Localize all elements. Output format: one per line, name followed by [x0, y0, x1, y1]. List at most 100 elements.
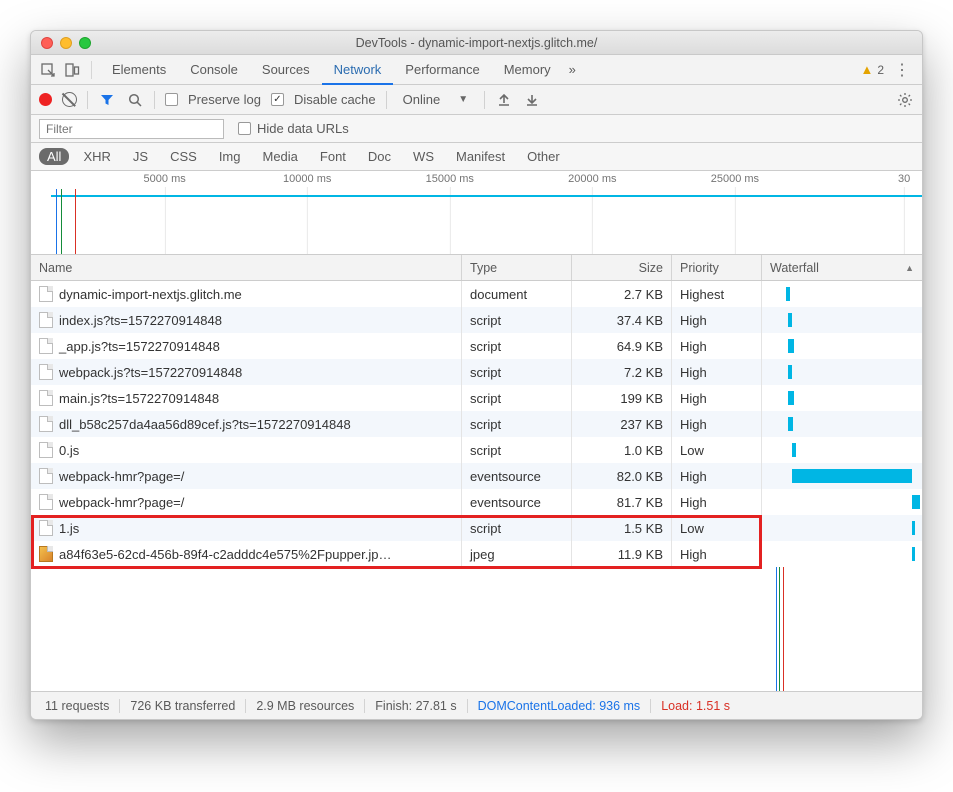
tab-network[interactable]: Network: [322, 56, 394, 85]
search-icon[interactable]: [126, 91, 144, 109]
tab-console[interactable]: Console: [178, 55, 250, 84]
tab-elements[interactable]: Elements: [100, 55, 178, 84]
table-row[interactable]: main.js?ts=1572270914848script199 KBHigh: [31, 385, 922, 411]
chip-xhr[interactable]: XHR: [75, 148, 118, 165]
separator: [87, 91, 88, 109]
timeline-tick: 15000 ms: [426, 173, 474, 185]
disable-cache-checkbox[interactable]: [271, 93, 284, 106]
timeline-bar: [51, 195, 922, 197]
waterfall-bar: [912, 495, 920, 509]
col-header-waterfall[interactable]: Waterfall ▲: [762, 255, 922, 280]
chip-doc[interactable]: Doc: [360, 148, 399, 165]
table-row[interactable]: index.js?ts=1572270914848script37.4 KBHi…: [31, 307, 922, 333]
request-size: 82.0 KB: [572, 463, 672, 489]
request-name: 1.js: [59, 521, 79, 536]
file-icon: [39, 468, 53, 484]
chip-all[interactable]: All: [39, 148, 69, 165]
waterfall-bar: [912, 521, 915, 535]
hide-data-urls-checkbox[interactable]: [238, 122, 251, 135]
chip-js[interactable]: JS: [125, 148, 156, 165]
file-icon: [39, 338, 53, 354]
request-type: eventsource: [462, 489, 572, 515]
timeline-tick: 30: [898, 173, 910, 185]
col-header-priority[interactable]: Priority: [672, 255, 762, 280]
device-toggle-icon[interactable]: [63, 61, 81, 79]
request-type: eventsource: [462, 463, 572, 489]
tab-memory[interactable]: Memory: [492, 55, 563, 84]
hide-data-urls-label: Hide data URLs: [257, 121, 349, 136]
request-type: script: [462, 411, 572, 437]
separator: [386, 91, 387, 109]
table-row[interactable]: webpack.js?ts=1572270914848script7.2 KBH…: [31, 359, 922, 385]
table-row[interactable]: webpack-hmr?page=/eventsource82.0 KBHigh: [31, 463, 922, 489]
settings-menu-button[interactable]: ⋮: [894, 60, 910, 80]
sort-icon: ▲: [905, 263, 914, 273]
chip-other[interactable]: Other: [519, 148, 568, 165]
col-header-type[interactable]: Type: [462, 255, 572, 280]
chip-media[interactable]: Media: [254, 148, 305, 165]
window-close-button[interactable]: [41, 37, 53, 49]
table-row[interactable]: dynamic-import-nextjs.glitch.medocument2…: [31, 281, 922, 307]
waterfall-bar: [912, 547, 915, 561]
disable-cache-label: Disable cache: [294, 92, 376, 107]
clear-button[interactable]: [62, 92, 77, 107]
timeline-tick: 20000 ms: [568, 173, 616, 185]
timeline-tick: 10000 ms: [283, 173, 331, 185]
waterfall-bar: [788, 391, 794, 405]
window-maximize-button[interactable]: [79, 37, 91, 49]
file-icon: [39, 364, 53, 380]
status-bar: 11 requests 726 KB transferred 2.9 MB re…: [31, 691, 922, 719]
table-row[interactable]: 1.jsscript1.5 KBLow: [31, 515, 922, 541]
file-icon: [39, 520, 53, 536]
chip-manifest[interactable]: Manifest: [448, 148, 513, 165]
tab-performance[interactable]: Performance: [393, 55, 491, 84]
filter-chips: All XHR JS CSS Img Media Font Doc WS Man…: [31, 143, 922, 171]
filter-input[interactable]: [39, 119, 224, 139]
timeline-overview[interactable]: 5000 ms10000 ms15000 ms20000 ms25000 ms3…: [31, 171, 922, 255]
col-header-name[interactable]: Name: [31, 255, 462, 280]
request-size: 7.2 KB: [572, 359, 672, 385]
table-row[interactable]: a84f63e5-62cd-456b-89f4-c2adddc4e575%2Fp…: [31, 541, 922, 567]
request-type: script: [462, 437, 572, 463]
table-row[interactable]: dll_b58c257da4aa56d89cef.js?ts=157227091…: [31, 411, 922, 437]
network-settings-icon[interactable]: [896, 91, 914, 109]
throttling-value: Online: [403, 92, 441, 107]
first-marker: [61, 189, 62, 254]
throttling-select[interactable]: Online ▼: [397, 92, 474, 107]
col-header-size[interactable]: Size: [572, 255, 672, 280]
file-icon: [39, 390, 53, 406]
request-priority: High: [672, 307, 762, 333]
request-size: 199 KB: [572, 385, 672, 411]
chip-css[interactable]: CSS: [162, 148, 205, 165]
filter-toggle-icon[interactable]: [98, 91, 116, 109]
request-priority: High: [672, 359, 762, 385]
request-name: webpack-hmr?page=/: [59, 495, 184, 510]
window-minimize-button[interactable]: [60, 37, 72, 49]
chip-ws[interactable]: WS: [405, 148, 442, 165]
tabs-overflow-button[interactable]: »: [563, 55, 582, 84]
chip-font[interactable]: Font: [312, 148, 354, 165]
file-icon: [39, 416, 53, 432]
chip-img[interactable]: Img: [211, 148, 249, 165]
warning-badge[interactable]: ▲ 2: [860, 62, 884, 77]
request-name: dll_b58c257da4aa56d89cef.js?ts=157227091…: [59, 417, 351, 432]
main-tabs: Elements Console Sources Network Perform…: [31, 55, 922, 85]
import-har-icon[interactable]: [495, 91, 513, 109]
export-har-icon[interactable]: [523, 91, 541, 109]
request-size: 1.0 KB: [572, 437, 672, 463]
request-size: 1.5 KB: [572, 515, 672, 541]
table-row[interactable]: webpack-hmr?page=/eventsource81.7 KBHigh: [31, 489, 922, 515]
request-name: dynamic-import-nextjs.glitch.me: [59, 287, 242, 302]
request-size: 64.9 KB: [572, 333, 672, 359]
inspect-icon[interactable]: [39, 61, 57, 79]
table-row[interactable]: 0.jsscript1.0 KBLow: [31, 437, 922, 463]
status-transferred: 726 KB transferred: [120, 699, 246, 713]
table-row[interactable]: _app.js?ts=1572270914848script64.9 KBHig…: [31, 333, 922, 359]
titlebar: DevTools - dynamic-import-nextjs.glitch.…: [31, 31, 922, 55]
record-button[interactable]: [39, 93, 52, 106]
tab-sources[interactable]: Sources: [250, 55, 322, 84]
dropdown-icon: ▼: [458, 94, 468, 105]
request-type: document: [462, 281, 572, 307]
status-requests: 11 requests: [35, 699, 120, 713]
preserve-log-checkbox[interactable]: [165, 93, 178, 106]
